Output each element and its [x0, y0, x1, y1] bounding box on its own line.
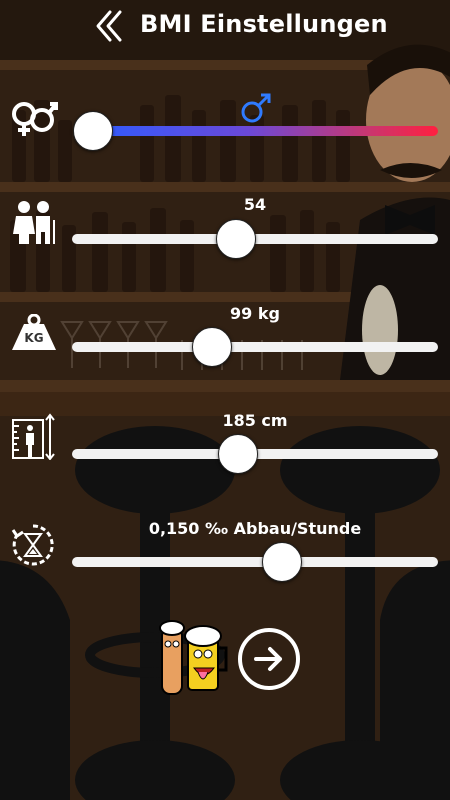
arrow-right-icon [254, 647, 282, 671]
beer-mascots-icon [159, 620, 228, 695]
gender-slider[interactable] [92, 126, 438, 136]
weight-kg-icon: KG [10, 313, 58, 352]
male-symbol-icon [241, 93, 271, 123]
weight-slider-thumb[interactable] [192, 327, 232, 367]
hourglass-timer-icon [11, 524, 54, 566]
elderly-couple-icon [13, 201, 55, 244]
height-slider-thumb[interactable] [218, 434, 258, 474]
degradation-slider[interactable] [72, 557, 438, 567]
height-measure-icon [12, 413, 55, 460]
age-slider-thumb[interactable] [216, 219, 256, 259]
age-value-label: 54 [243, 195, 267, 214]
degradation-slider-thumb[interactable] [262, 542, 302, 582]
weight-value-label: 99 kg [230, 304, 280, 323]
page-title: BMI Einstellungen [140, 10, 388, 38]
next-button[interactable] [238, 628, 300, 690]
gender-slider-thumb[interactable] [73, 111, 113, 151]
back-button[interactable] [92, 8, 128, 44]
weight-kg-text: KG [24, 331, 44, 345]
weight-slider[interactable] [72, 342, 438, 352]
gender-icon [12, 102, 58, 136]
height-value-label: 185 cm [222, 411, 288, 430]
degradation-value-label: 0,150 ‰ Abbau/Stunde [148, 519, 362, 538]
chevrons-left-icon [96, 10, 122, 42]
header-bar: BMI Einstellungen [0, 0, 450, 55]
